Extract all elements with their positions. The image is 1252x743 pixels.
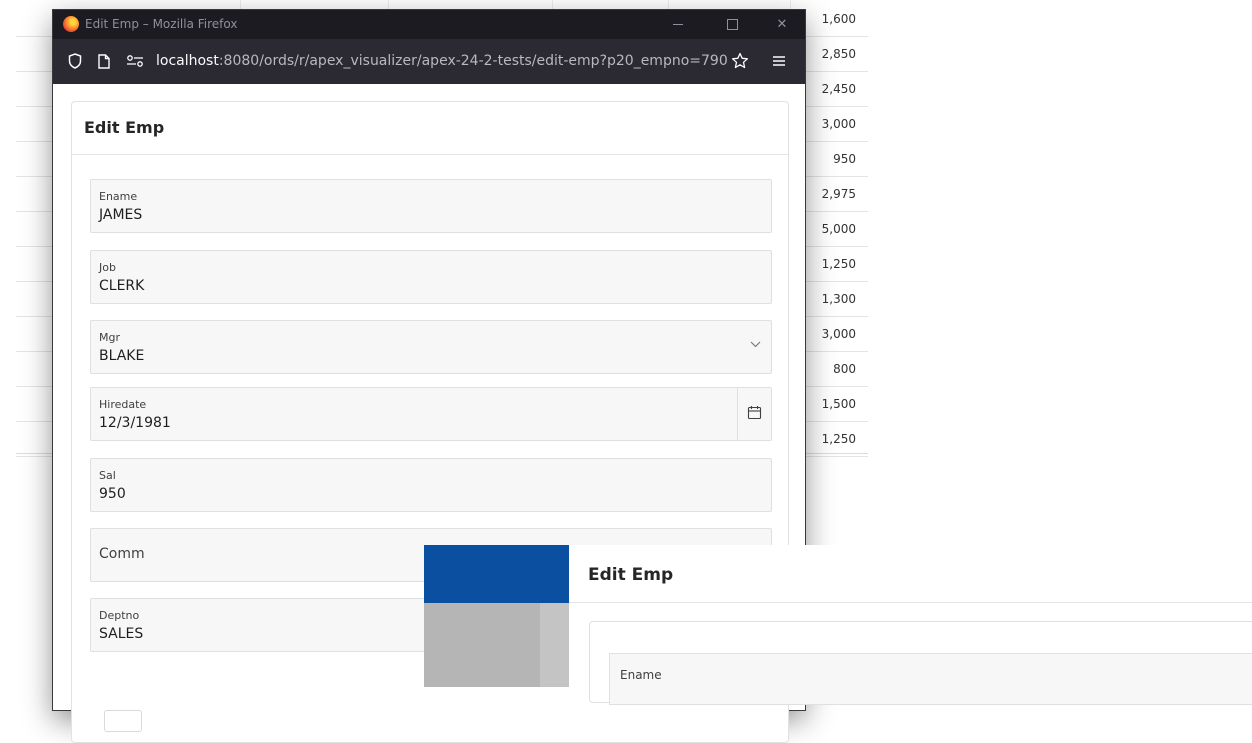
sal-field[interactable]: Sal 950 bbox=[90, 458, 772, 512]
salary-cell: 1,300 bbox=[821, 292, 856, 306]
deptno-value[interactable]: SALES bbox=[99, 626, 143, 642]
overlay-ename-label: Ename bbox=[620, 668, 662, 682]
salary-cell: 5,000 bbox=[821, 222, 856, 236]
calendar-icon bbox=[747, 406, 762, 420]
mgr-select[interactable]: Mgr BLAKE bbox=[90, 320, 772, 374]
mgr-label: Mgr bbox=[99, 331, 120, 344]
address-bar[interactable]: localhost:8080/ords/r/apex_visualizer/ap… bbox=[53, 39, 805, 84]
cancel-button[interactable] bbox=[104, 710, 142, 732]
minimize-button[interactable] bbox=[655, 10, 701, 39]
ename-field[interactable]: Ename JAMES bbox=[90, 179, 772, 233]
hamburger-menu-icon[interactable] bbox=[772, 39, 786, 84]
maximize-button[interactable] bbox=[709, 10, 755, 39]
side-navigation-edge bbox=[540, 603, 569, 687]
hiredate-field[interactable]: Hiredate 12/3/1981 bbox=[90, 387, 772, 441]
minimize-icon bbox=[673, 24, 683, 25]
job-value[interactable]: CLERK bbox=[99, 278, 144, 294]
ename-value[interactable]: JAMES bbox=[99, 207, 142, 223]
hiredate-label: Hiredate bbox=[99, 398, 147, 411]
salary-cell: 2,975 bbox=[821, 187, 856, 201]
chevron-down-icon[interactable] bbox=[750, 337, 761, 351]
salary-cell: 3,000 bbox=[821, 117, 856, 131]
url-host: localhost bbox=[156, 53, 219, 69]
hiredate-value[interactable]: 12/3/1981 bbox=[99, 415, 171, 431]
overlay-ename-field[interactable]: Ename bbox=[609, 653, 1252, 705]
job-field[interactable]: Job CLERK bbox=[90, 250, 772, 304]
sal-value[interactable]: 950 bbox=[99, 486, 126, 502]
region-header: Edit Emp bbox=[72, 102, 788, 155]
salary-cell: 1,500 bbox=[821, 397, 856, 411]
salary-cell: 2,850 bbox=[821, 47, 856, 61]
deptno-label: Deptno bbox=[99, 609, 140, 622]
salary-cell: 800 bbox=[833, 362, 856, 376]
overlay-header-divider bbox=[569, 602, 1252, 603]
page-icon[interactable] bbox=[98, 39, 110, 84]
calendar-button[interactable] bbox=[737, 388, 771, 440]
overlay-edit-emp-page: Edit Emp Ename bbox=[424, 545, 1252, 705]
window-titlebar[interactable]: Edit Emp – Mozilla Firefox ✕ bbox=[53, 10, 805, 39]
bookmark-star-icon[interactable] bbox=[731, 39, 749, 84]
ename-label: Ename bbox=[99, 190, 138, 203]
app-header-bar bbox=[424, 545, 569, 603]
region-title: Edit Emp bbox=[84, 118, 165, 137]
salary-cell: 950 bbox=[833, 152, 856, 166]
salary-cell: 1,250 bbox=[821, 432, 856, 446]
salary-cell: 1,600 bbox=[821, 12, 856, 26]
sal-label: Sal bbox=[99, 469, 116, 482]
firefox-icon bbox=[63, 16, 79, 32]
close-window-button[interactable]: ✕ bbox=[759, 10, 805, 39]
salary-cell: 2,450 bbox=[821, 82, 856, 96]
shield-icon[interactable] bbox=[68, 39, 82, 84]
overlay-dialog-title: Edit Emp bbox=[588, 565, 674, 585]
url-path: :8080/ords/r/apex_visualizer/apex-24-2-t… bbox=[218, 53, 728, 69]
window-title: Edit Emp – Mozilla Firefox bbox=[85, 17, 238, 31]
url-text[interactable]: localhost:8080/ords/r/apex_visualizer/ap… bbox=[156, 39, 728, 84]
comm-label: Comm bbox=[99, 546, 145, 562]
mgr-value[interactable]: BLAKE bbox=[99, 348, 144, 364]
salary-cell: 1,250 bbox=[821, 257, 856, 271]
connection-icon[interactable] bbox=[126, 39, 144, 84]
salary-cell: 3,000 bbox=[821, 327, 856, 341]
maximize-icon bbox=[726, 19, 738, 30]
job-label: Job bbox=[99, 261, 116, 274]
